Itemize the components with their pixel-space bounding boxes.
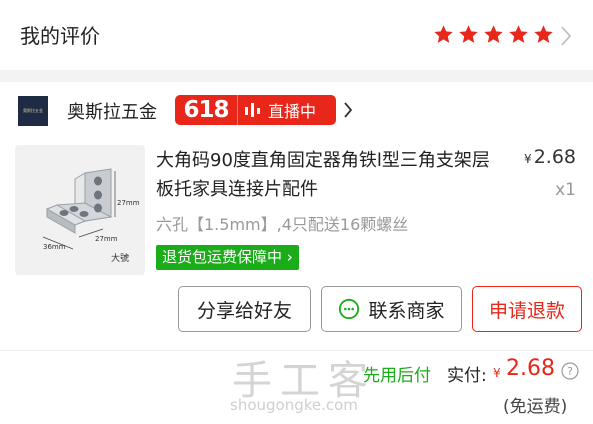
shipping-note: (免运费) <box>503 397 568 417</box>
chevron-right-icon: › <box>286 248 293 266</box>
product-title[interactable]: 大角码90度直角固定器角铁l型三角支架层板托家具连接片配件 <box>156 146 496 204</box>
contact-seller-button[interactable]: 联系商家 <box>321 286 462 332</box>
paid-currency: ¥ <box>493 366 501 380</box>
return-shipping-guarantee-tag[interactable]: 退货包运费保障中 › <box>156 245 299 270</box>
review-title: 我的评价 <box>20 24 100 48</box>
size-mark: 大號 <box>111 252 129 264</box>
product-price: ¥2.68 <box>524 146 576 168</box>
star-icon <box>434 25 453 43</box>
section-divider <box>0 70 593 82</box>
paid-amount: 2.68 <box>506 356 555 381</box>
product-thumbnail[interactable]: 27mm 36mm 27mm 大號 <box>15 145 145 275</box>
help-icon[interactable]: ? <box>561 362 579 380</box>
watermark-url: shougongke.com <box>230 396 358 414</box>
share-button[interactable]: 分享给好友 <box>178 286 311 332</box>
shop-name[interactable]: 奥斯拉五金 <box>67 98 157 124</box>
star-icon <box>534 25 553 43</box>
dimension-label-a: 27mm <box>117 199 140 207</box>
live-bars-icon <box>245 103 260 117</box>
pay-later-label: 先用后付 <box>363 366 431 386</box>
price-value: 2.68 <box>533 146 576 168</box>
star-rating <box>433 24 554 45</box>
live-badge[interactable]: 直播中 <box>237 95 336 125</box>
star-icon <box>484 25 503 43</box>
currency-symbol: ¥ <box>524 152 532 166</box>
star-icon <box>509 25 528 43</box>
promo-badge: 618 <box>175 95 237 125</box>
star-icon <box>459 25 478 43</box>
product-spec: 六孔【1.5mm】,4只配送16颗螺丝 <box>156 215 409 234</box>
request-refund-button[interactable]: 申请退款 <box>472 286 582 332</box>
dimension-label-b: 36mm <box>43 243 66 251</box>
shop-row[interactable]: 奥斯拉五金 奥斯拉五金 618 直播中 <box>0 82 593 138</box>
chat-icon <box>339 298 360 320</box>
chevron-right-icon[interactable] <box>343 101 353 119</box>
product-quantity: x1 <box>555 180 576 200</box>
dimension-label-c: 27mm <box>95 235 118 243</box>
svg-text:?: ? <box>567 365 573 378</box>
chevron-right-icon[interactable] <box>560 25 572 47</box>
live-label: 直播中 <box>268 102 317 121</box>
review-header[interactable]: 我的评价 <box>0 0 593 70</box>
paid-label: 实付: <box>447 366 487 386</box>
shop-logo[interactable]: 奥斯拉五金 <box>18 96 48 126</box>
angle-bracket-image: 27mm 36mm 27mm 大號 <box>15 145 145 275</box>
